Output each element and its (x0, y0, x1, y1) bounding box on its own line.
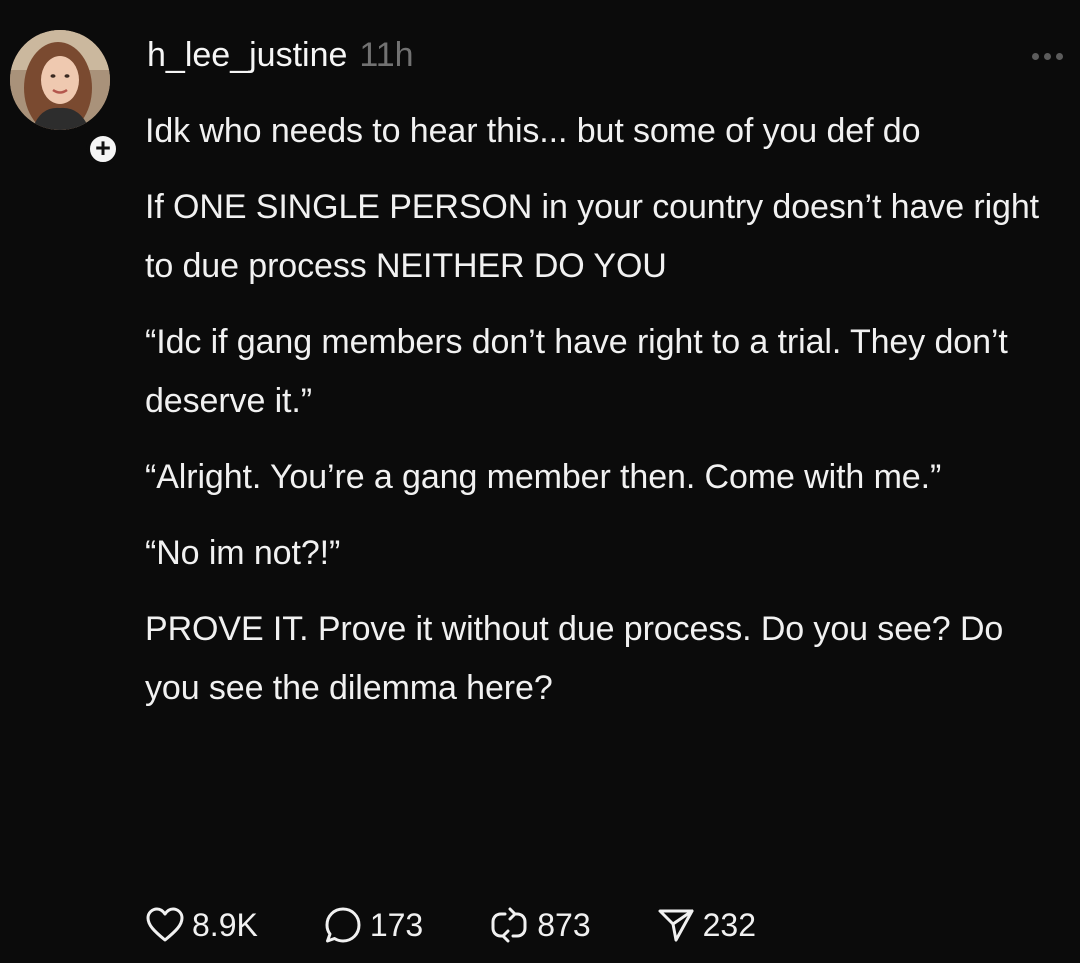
comment-bubble-icon (325, 907, 361, 943)
dot (1056, 52, 1063, 60)
like-button[interactable]: 8.9K (146, 907, 258, 944)
repost-button[interactable]: 873 (489, 906, 591, 944)
username[interactable]: h_lee_justine (147, 36, 347, 75)
share-count: 232 (702, 906, 756, 943)
action-bar: 8.9K 173 873 232 (146, 896, 822, 954)
follow-plus-button[interactable]: + (86, 132, 120, 166)
reply-button[interactable]: 173 (324, 906, 423, 944)
heart-icon (146, 907, 184, 942)
send-paper-plane-icon (658, 909, 694, 942)
threads-post: + h_lee_justine 11h Idk who needs to hea… (0, 0, 1080, 963)
dot (1032, 52, 1039, 60)
post-paragraph: “Idc if gang members don’t have right to… (145, 323, 1008, 420)
reply-count: 173 (369, 906, 424, 943)
post-paragraph: “Alright. You’re a gang member then. Com… (145, 458, 942, 496)
post-paragraph: Idk who needs to hear this... but some o… (145, 112, 921, 150)
post-header: h_lee_justine 11h (147, 36, 414, 84)
post-paragraph: “No im not?!” (145, 534, 341, 572)
like-count: 8.9K (192, 906, 258, 943)
dot (1044, 52, 1051, 60)
avatar-container[interactable]: + (10, 30, 120, 166)
avatar-image (10, 30, 110, 130)
timestamp: 11h (359, 36, 414, 74)
share-button[interactable]: 232 (657, 906, 756, 944)
avatar[interactable] (10, 30, 110, 130)
post-paragraph: If ONE SINGLE PERSON in your country doe… (145, 188, 1039, 285)
post-paragraph: PROVE IT. Prove it without due process. … (145, 610, 1004, 707)
more-dots-icon[interactable] (1032, 46, 1076, 66)
repost-count: 873 (537, 906, 591, 943)
repost-arrows-icon (491, 907, 527, 943)
post-body: Idk who needs to hear this... but some o… (145, 102, 1045, 735)
